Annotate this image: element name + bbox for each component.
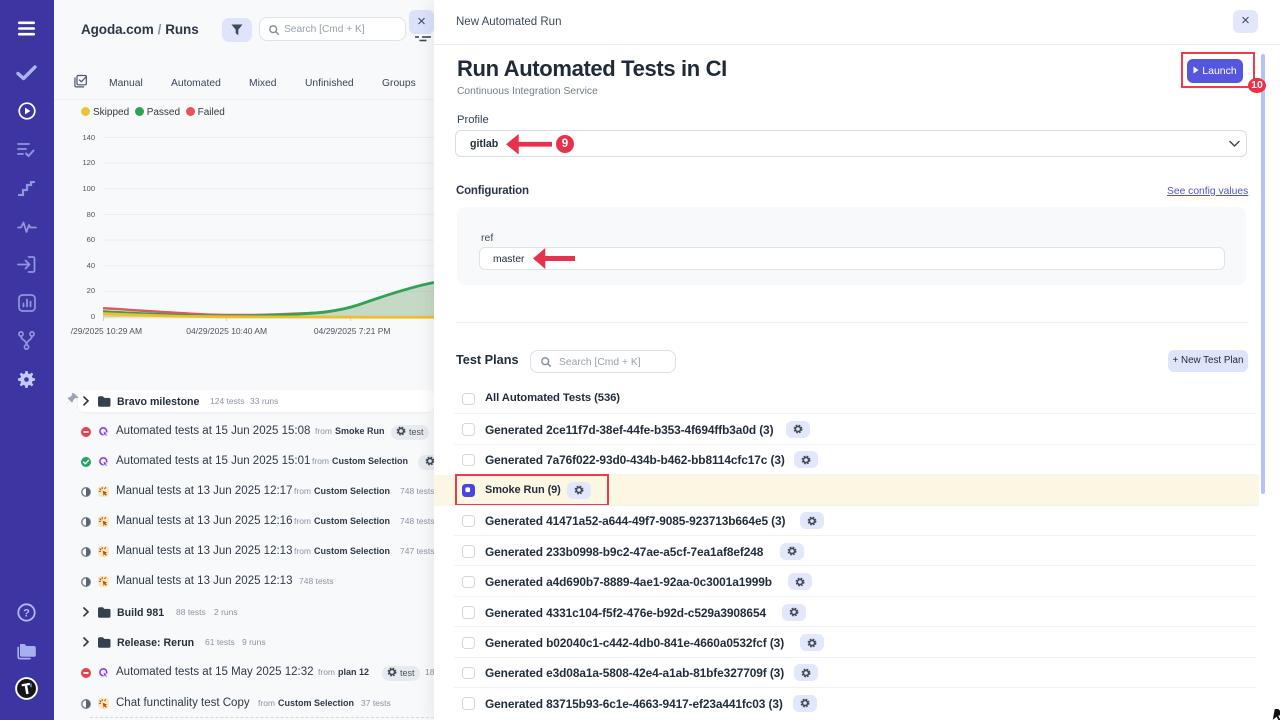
svg-text:?: ? xyxy=(23,607,30,619)
